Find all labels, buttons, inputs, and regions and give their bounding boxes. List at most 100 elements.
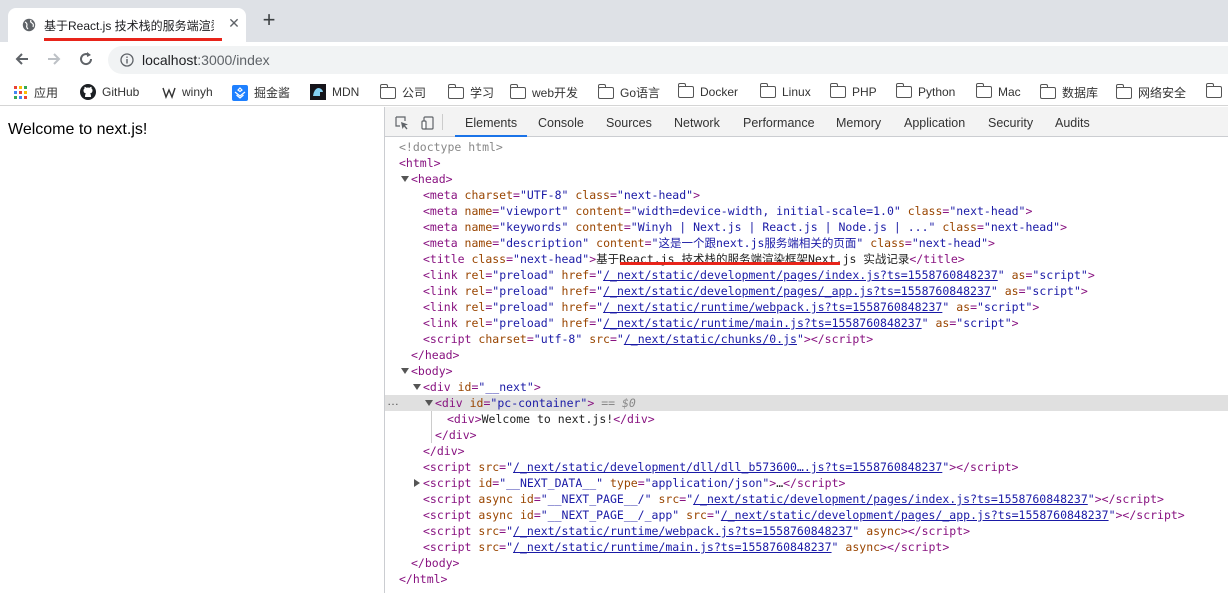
forward-arrow-icon[interactable] xyxy=(44,50,64,70)
dom-node-script-chunk[interactable]: <script charset="utf-8" src="/_next/stat… xyxy=(385,331,1228,347)
dom-node-doctype[interactable]: <!doctype html> xyxy=(385,139,1228,155)
apps-grid-icon xyxy=(14,85,27,99)
dom-node-script-main[interactable]: <script src="/_next/static/runtime/main.… xyxy=(385,539,1228,555)
page-viewport: Welcome to next.js! xyxy=(0,107,384,593)
dom-node-inner-div[interactable]: <div>Welcome to next.js!</div> xyxy=(385,411,1228,427)
elements-tree: <!doctype html> <html> <head> <meta char… xyxy=(385,139,1228,593)
dom-node-body[interactable]: <body> xyxy=(385,363,1228,379)
bookmark-mdn[interactable]: MDN xyxy=(310,84,359,100)
bookmark-github[interactable]: GitHub xyxy=(80,84,139,100)
collapse-triangle-icon[interactable] xyxy=(401,368,409,374)
resource-link[interactable]: /_next/static/development/pages/_app.js?… xyxy=(721,508,1109,522)
attr-value: "next-head" xyxy=(949,204,1026,218)
collapse-triangle-icon[interactable] xyxy=(413,384,421,390)
dom-node-head[interactable]: <head> xyxy=(385,171,1228,187)
tab-audits[interactable]: Audits xyxy=(1055,107,1090,137)
dom-node-meta-keywords[interactable]: <meta name="keywords" content="Winyh | N… xyxy=(385,219,1228,235)
inspect-element-icon[interactable] xyxy=(395,116,409,130)
folder-icon xyxy=(759,82,776,98)
attr-value: "__NEXT_DATA__" xyxy=(499,476,604,490)
expand-triangle-icon[interactable] xyxy=(414,479,420,487)
folder-icon xyxy=(379,83,396,99)
info-icon[interactable] xyxy=(120,53,134,67)
collapse-triangle-icon[interactable] xyxy=(425,400,433,406)
tab-network[interactable]: Network xyxy=(674,107,720,137)
attr-value: "__next" xyxy=(478,380,534,394)
back-arrow-icon[interactable] xyxy=(12,50,32,70)
bookmark-juejin[interactable]: 掘金酱 xyxy=(232,84,290,101)
dom-node-script-page-index[interactable]: <script async id="__NEXT_PAGE__/" src="/… xyxy=(385,491,1228,507)
dom-node-script-dll[interactable]: <script src="/_next/static/development/d… xyxy=(385,459,1228,475)
dom-node-body-close[interactable]: </body> xyxy=(385,555,1228,571)
dom-node-div-next-close[interactable]: </div> xyxy=(385,443,1228,459)
tab-performance[interactable]: Performance xyxy=(743,107,815,137)
dom-node-link-preload[interactable]: <link rel="preload" href="/_next/static/… xyxy=(385,315,1228,331)
bookmark-label: winyh xyxy=(182,84,213,99)
resource-link[interactable]: /_next/static/development/pages/index.js… xyxy=(603,268,998,282)
attr-value: "这是一个跟next.js服务端相关的页面" xyxy=(651,236,864,250)
bookmark-folder-php[interactable]: PHP xyxy=(829,82,877,100)
dom-node-script-webpack[interactable]: <script src="/_next/static/runtime/webpa… xyxy=(385,523,1228,539)
dom-node-script-page-app[interactable]: <script async id="__NEXT_PAGE__/_app" sr… xyxy=(385,507,1228,523)
resource-link[interactable]: /_next/static/runtime/webpack.js?ts=1558… xyxy=(513,524,852,538)
bookmark-folder-mac[interactable]: Mac xyxy=(975,82,1021,100)
attr-value: "application/json" xyxy=(644,476,770,490)
dom-node-link-preload[interactable]: <link rel="preload" href="/_next/static/… xyxy=(385,299,1228,315)
bookmark-folder-python[interactable]: Python xyxy=(895,82,955,100)
bookmark-folder-more[interactable] xyxy=(1205,82,1228,100)
tab-elements[interactable]: Elements xyxy=(455,107,528,137)
dom-node-meta-viewport[interactable]: <meta name="viewport" content="width=dev… xyxy=(385,203,1228,219)
tab-application[interactable]: Application xyxy=(904,107,965,137)
bookmark-folder-linux[interactable]: Linux xyxy=(759,82,811,100)
resource-link[interactable]: /_next/static/development/dll/dll_b57360… xyxy=(513,460,942,474)
dom-node-head-close[interactable]: </head> xyxy=(385,347,1228,363)
dom-node-link-preload[interactable]: <link rel="preload" href="/_next/static/… xyxy=(385,283,1228,299)
url-host: localhost xyxy=(142,52,198,68)
url-text[interactable]: localhost:3000/index xyxy=(142,52,270,68)
bookmark-apps[interactable]: 应用 xyxy=(14,84,58,100)
close-tab-icon[interactable]: ✕ xyxy=(226,15,242,31)
dom-node-div-next[interactable]: <div id="__next"> xyxy=(385,379,1228,395)
attr-value: "pc-container" xyxy=(490,396,588,410)
resource-link[interactable]: /_next/static/chunks/0.js xyxy=(624,332,797,346)
bookmark-folder-company[interactable]: 公司 xyxy=(379,83,426,100)
bookmark-label: Go语言 xyxy=(620,86,661,100)
more-actions-icon[interactable]: … xyxy=(387,393,400,409)
dom-node-pc-container[interactable]: … <div id="pc-container"> == $0 xyxy=(385,393,1228,411)
bookmark-label: web开发 xyxy=(532,86,579,100)
resource-link[interactable]: /_next/static/runtime/webpack.js?ts=1558… xyxy=(603,300,942,314)
bookmark-folder-go[interactable]: Go语言 xyxy=(597,83,661,100)
dom-node-meta-description[interactable]: <meta name="description" content="这是一个跟n… xyxy=(385,235,1228,251)
welcome-text: Welcome to next.js! xyxy=(8,121,148,138)
resource-link[interactable]: /_next/static/development/pages/_app.js?… xyxy=(603,284,991,298)
dom-node-html-close[interactable]: </html> xyxy=(385,571,1228,587)
bookmark-folder-study[interactable]: 学习 xyxy=(447,83,495,100)
bookmark-folder-security[interactable]: 网络安全 xyxy=(1115,83,1186,100)
dom-node-pc-container-close[interactable]: </div> xyxy=(385,427,1228,443)
dom-node-html[interactable]: <html> xyxy=(385,155,1228,171)
reload-icon[interactable] xyxy=(76,50,96,70)
device-toolbar-icon[interactable] xyxy=(421,116,435,130)
resource-link[interactable]: /_next/static/runtime/main.js?ts=1558760… xyxy=(603,316,922,330)
address-bar[interactable]: localhost:3000/index xyxy=(108,46,1228,74)
bookmark-label: 学习 xyxy=(470,86,495,100)
tab-security[interactable]: Security xyxy=(988,107,1033,137)
browser-tab[interactable]: 基于React.js 技术栈的服务端渲染框架Next.js 实战记录 ✕ xyxy=(8,8,246,42)
bookmark-folder-docker[interactable]: Docker xyxy=(677,82,738,100)
bookmark-folder-webdev[interactable]: web开发 xyxy=(509,83,579,100)
bookmark-folder-database[interactable]: 数据库 xyxy=(1039,83,1098,100)
devtools-panel: Elements Console Sources Network Perform… xyxy=(385,107,1228,593)
dom-node-link-preload[interactable]: <link rel="preload" href="/_next/static/… xyxy=(385,267,1228,283)
tab-sources[interactable]: Sources xyxy=(606,107,652,137)
resource-link[interactable]: /_next/static/runtime/main.js?ts=1558760… xyxy=(513,540,832,554)
tab-memory[interactable]: Memory xyxy=(836,107,881,137)
new-tab-button[interactable]: + xyxy=(258,9,280,32)
bookmark-winyh[interactable]: winyh xyxy=(162,84,213,100)
dom-node-script-next-data[interactable]: <script id="__NEXT_DATA__" type="applica… xyxy=(385,475,1228,491)
resource-link[interactable]: /_next/static/development/pages/index.js… xyxy=(693,492,1088,506)
collapse-triangle-icon[interactable] xyxy=(401,176,409,182)
browser-toolbar: localhost:3000/index xyxy=(0,42,1228,78)
dom-node-meta-charset[interactable]: <meta charset="UTF-8" class="next-head"> xyxy=(385,187,1228,203)
attr-value: "__NEXT_PAGE__/" xyxy=(540,492,652,506)
tab-console[interactable]: Console xyxy=(538,107,584,137)
